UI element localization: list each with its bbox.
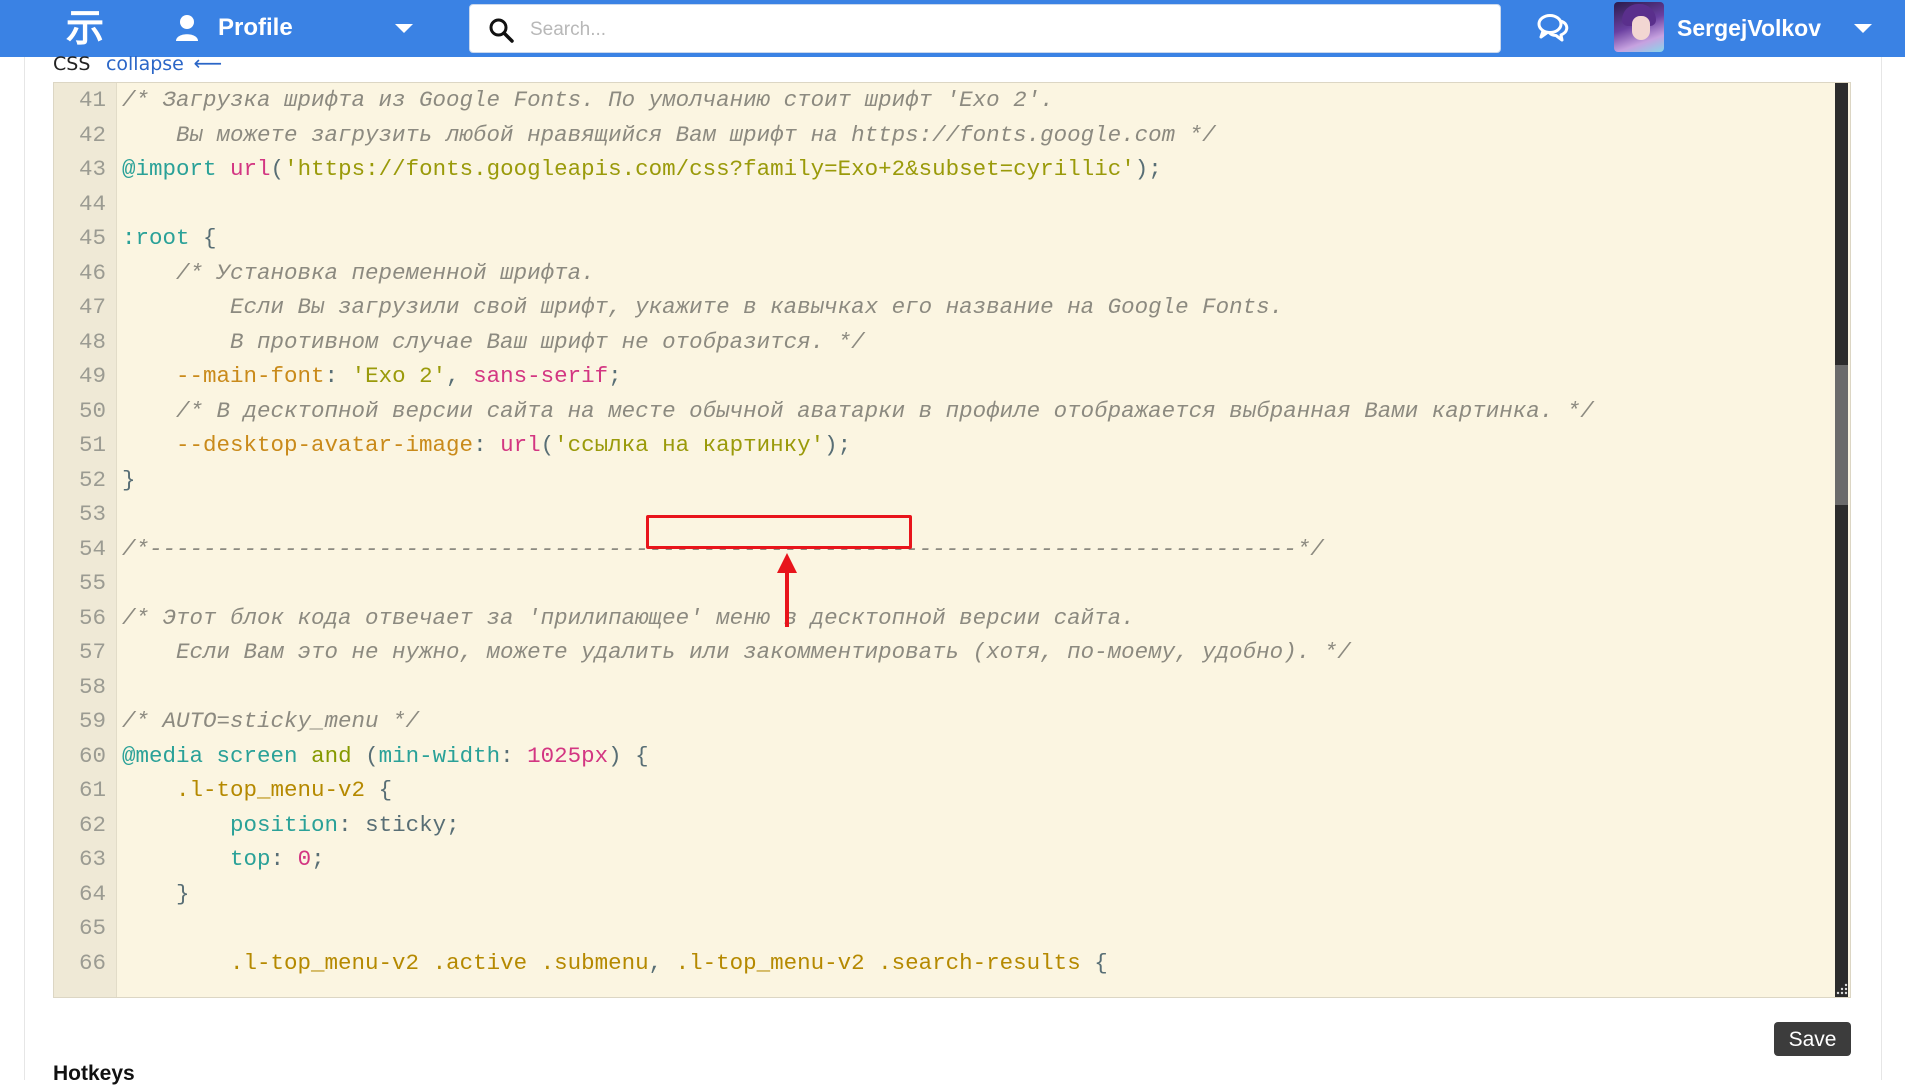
code-text[interactable]: Если Вы загрузили свой шрифт, укажите в … bbox=[122, 290, 1283, 324]
code-text[interactable]: /* В десктопной версии сайта на месте об… bbox=[122, 394, 1594, 428]
line-number: 41 bbox=[78, 87, 106, 113]
code-text[interactable]: :root { bbox=[122, 221, 217, 255]
line-number: 62 bbox=[78, 811, 106, 838]
code-line[interactable]: 56 /* Этот блок кода отвечает за 'прилипа… bbox=[54, 601, 1834, 635]
line-number: 43 bbox=[78, 156, 106, 182]
search-input[interactable] bbox=[528, 11, 1482, 49]
code-text[interactable]: --desktop-avatar-image: url('ссылка на к… bbox=[122, 428, 851, 462]
line-number: 64 bbox=[78, 880, 106, 907]
line-number: 59 bbox=[78, 708, 106, 734]
code-line[interactable]: 65 bbox=[54, 911, 1834, 945]
css-section-header: CSS collapse ⟵ bbox=[53, 51, 222, 76]
collapse-link[interactable]: collapse bbox=[106, 53, 184, 75]
profile-menu-label: Profile bbox=[218, 14, 293, 41]
line-number: 54 bbox=[78, 535, 106, 562]
search-bar bbox=[469, 4, 1501, 53]
code-line[interactable]: 43 @import url('https://fonts.googleapis.… bbox=[54, 152, 1834, 186]
code-line[interactable]: 54/*------------------------------------… bbox=[54, 532, 1834, 566]
code-line[interactable]: 52} bbox=[54, 463, 1834, 497]
profile-menu[interactable]: Profile bbox=[170, 0, 420, 57]
code-text[interactable]: /* AUTO=sticky_menu */ bbox=[122, 704, 419, 738]
line-number: 46 bbox=[78, 259, 106, 286]
username[interactable]: SergejVolkov bbox=[1677, 14, 1821, 42]
code-line[interactable]: 49 --main-font: 'Exo 2', sans-serif; bbox=[54, 359, 1834, 393]
line-number: 65 bbox=[78, 915, 106, 941]
line-number: 50 bbox=[78, 397, 106, 424]
code-text[interactable]: @import url('https://fonts.googleapis.co… bbox=[122, 152, 1162, 186]
code-text[interactable]: В противном случае Ваш шрифт не отобрази… bbox=[122, 325, 865, 359]
code-text[interactable]: } bbox=[122, 877, 190, 911]
code-text[interactable]: position: sticky; bbox=[122, 808, 460, 842]
line-number: 52 bbox=[78, 466, 106, 493]
code-line[interactable]: 53 bbox=[54, 497, 1834, 531]
line-number: 47 bbox=[78, 294, 106, 320]
code-line[interactable]: 63 top: 0; bbox=[54, 842, 1834, 876]
code-line[interactable]: 57 Если Вам это не нужно, можете удалить… bbox=[54, 635, 1834, 669]
resize-grip-icon[interactable] bbox=[1836, 983, 1848, 995]
code-line[interactable]: 45 :root { bbox=[54, 221, 1834, 255]
user-icon bbox=[176, 15, 198, 41]
code-text[interactable]: @media screen and (min-width: 1025px) { bbox=[122, 739, 649, 773]
line-number: 45 bbox=[78, 225, 106, 251]
line-number: 63 bbox=[78, 846, 106, 872]
line-number: 57 bbox=[78, 639, 106, 665]
line-number: 53 bbox=[78, 501, 106, 527]
line-number: 66 bbox=[78, 949, 106, 976]
line-number: 58 bbox=[78, 673, 106, 700]
code-text[interactable]: /* Этот блок кода отвечает за 'прилипающ… bbox=[122, 601, 1135, 635]
code-line[interactable]: 64 } bbox=[54, 877, 1834, 911]
code-text[interactable]: } bbox=[122, 463, 136, 497]
code-line[interactable]: 44 bbox=[54, 187, 1834, 221]
code-line[interactable]: 62 position: sticky; bbox=[54, 808, 1834, 842]
line-number: 60 bbox=[78, 742, 106, 769]
vertical-scrollbar[interactable] bbox=[1835, 83, 1848, 997]
line-number: 51 bbox=[78, 432, 106, 458]
code-line[interactable]: 59 /* AUTO=sticky_menu */ bbox=[54, 704, 1834, 738]
line-number: 61 bbox=[78, 777, 106, 803]
avatar[interactable] bbox=[1614, 2, 1664, 52]
user-menu-chevron-down-icon[interactable] bbox=[1854, 24, 1872, 33]
code-line[interactable]: 58 bbox=[54, 670, 1834, 704]
code-text[interactable]: --main-font: 'Exo 2', sans-serif; bbox=[122, 359, 622, 393]
chat-icon[interactable] bbox=[1536, 12, 1570, 44]
code-text[interactable]: Если Вам это не нужно, можете удалить ил… bbox=[122, 635, 1351, 669]
code-line[interactable]: 50 /* В десктопной версии сайта на месте… bbox=[54, 394, 1834, 428]
code-text[interactable]: .l-top_menu-v2 { bbox=[122, 773, 392, 807]
scrollbar-thumb[interactable] bbox=[1835, 365, 1848, 505]
code-line[interactable]: 48 В противном случае Ваш шрифт не отобр… bbox=[54, 325, 1834, 359]
code-line[interactable]: 41 /* Загрузка шрифта из Google Fonts. По… bbox=[54, 83, 1834, 117]
hotkeys-heading: Hotkeys bbox=[53, 1062, 135, 1085]
chevron-down-icon bbox=[395, 24, 413, 33]
code-text[interactable]: top: 0; bbox=[122, 842, 325, 876]
code-line[interactable]: 55 bbox=[54, 566, 1834, 600]
save-button[interactable]: Save bbox=[1774, 1022, 1851, 1056]
section-title: CSS bbox=[53, 53, 91, 75]
line-number: 55 bbox=[78, 570, 106, 596]
code-text[interactable]: /* Установка переменной шрифта. bbox=[122, 256, 595, 290]
code-line[interactable]: 66 .l-top_menu-v2 .active .submenu, .l-t… bbox=[54, 946, 1834, 980]
code-line[interactable]: 51 --desktop-avatar-image: url('ссылка н… bbox=[54, 428, 1834, 462]
annotation-highlight-box bbox=[646, 515, 912, 549]
code-text[interactable]: Вы можете загрузить любой нравящийся Вам… bbox=[122, 118, 1216, 152]
site-logo[interactable]: 示 bbox=[58, 6, 112, 50]
arrow-left-icon[interactable]: ⟵ bbox=[193, 51, 222, 75]
code-line[interactable]: 47 Если Вы загрузили свой шрифт, укажите… bbox=[54, 290, 1834, 324]
line-number: 42 bbox=[78, 121, 106, 148]
code-line[interactable]: 61 .l-top_menu-v2 { bbox=[54, 773, 1834, 807]
line-number: 48 bbox=[78, 328, 106, 355]
code-line[interactable]: 42 Вы можете загрузить любой нравящийся … bbox=[54, 118, 1834, 152]
code-lines: 41 /* Загрузка шрифта из Google Fonts. По… bbox=[54, 83, 1834, 997]
code-line[interactable]: 60 @media screen and (min-width: 1025px) … bbox=[54, 739, 1834, 773]
top-navigation-bar: 示 Profile SergejVolkov bbox=[0, 0, 1905, 57]
avatar-face bbox=[1632, 16, 1650, 40]
css-code-editor[interactable]: 41 /* Загрузка шрифта из Google Fonts. По… bbox=[53, 82, 1851, 998]
annotation-up-arrow-icon bbox=[777, 553, 797, 627]
line-number: 49 bbox=[78, 363, 106, 389]
line-number: 44 bbox=[78, 190, 106, 217]
code-text[interactable]: /* Загрузка шрифта из Google Fonts. По у… bbox=[122, 83, 1054, 117]
code-line[interactable]: 46 /* Установка переменной шрифта. bbox=[54, 256, 1834, 290]
code-text[interactable]: .l-top_menu-v2 .active .submenu, .l-top_… bbox=[122, 946, 1108, 980]
search-icon[interactable] bbox=[488, 17, 514, 43]
line-number: 56 bbox=[78, 604, 106, 631]
